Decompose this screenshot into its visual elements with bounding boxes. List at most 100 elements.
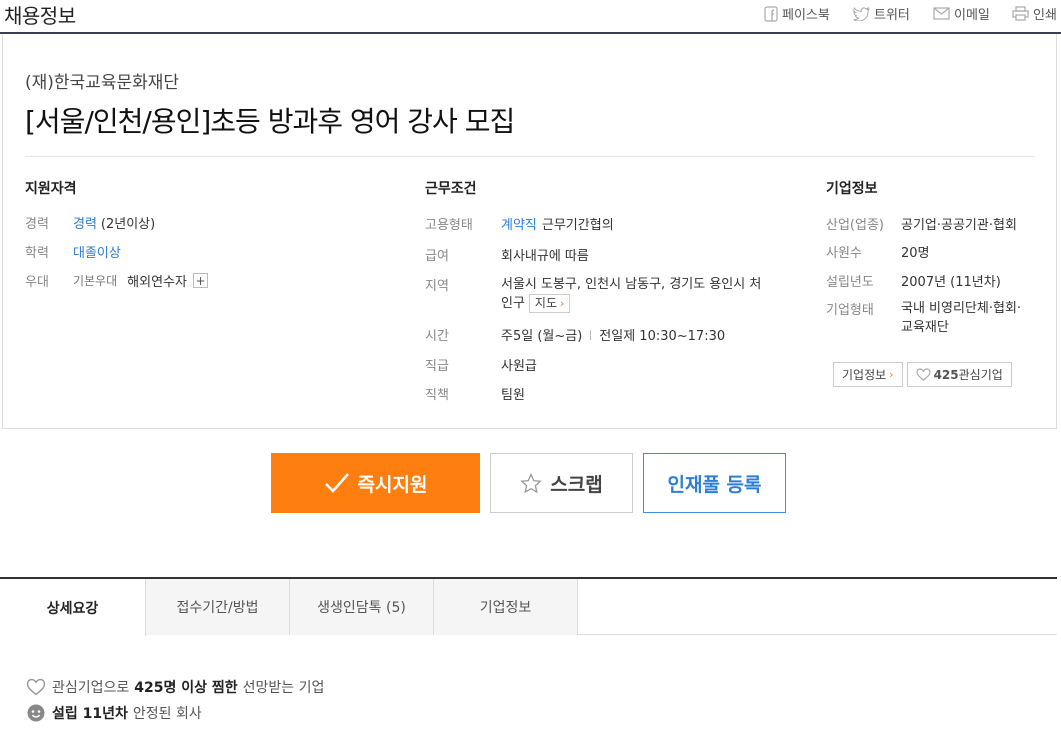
- interest-company-button[interactable]: 425 관심기업: [906, 362, 1012, 387]
- preference-more-button[interactable]: +: [192, 273, 208, 288]
- employees-value: 20명: [901, 246, 930, 261]
- scrap-button[interactable]: 스크랩: [490, 453, 633, 513]
- time-label: 시간: [425, 329, 449, 344]
- position-value: 팀원: [501, 388, 525, 403]
- card-divider: [25, 156, 1035, 157]
- education-row: 학력 대졸이상: [25, 242, 121, 261]
- share-email-label: 이메일: [954, 8, 990, 23]
- tab-detail[interactable]: 상세요강: [0, 579, 146, 636]
- share-twitter-label: 트위터: [874, 8, 910, 23]
- printer-icon: [1012, 6, 1029, 21]
- employment-row: 고용형태 계약직 근무기간협의: [425, 214, 614, 233]
- company-info-button-label: 기업정보: [842, 368, 887, 382]
- feature-interest-post: 선망받는 기업: [242, 680, 325, 696]
- company-type-label: 기업형태: [826, 303, 874, 318]
- talent-pool-label: 인재풀 등록: [667, 473, 762, 496]
- region-row: 지역 서울시 도봉구, 인천시 남동구, 경기도 용인시 처 인구 지도 ›: [425, 275, 786, 313]
- experience-label: 경력: [25, 217, 49, 232]
- salary-value: 회사내규에 따름: [501, 249, 589, 264]
- conditions-section: 근무조건: [425, 178, 785, 208]
- employment-value: 근무기간협의: [541, 218, 614, 233]
- feature-interest-count: 425명 이상 찜한: [134, 680, 238, 696]
- checkmark-icon: [324, 473, 349, 493]
- time-hours: 전일제 10:30~17:30: [599, 329, 726, 344]
- salary-row: 급여 회사내규에 따름: [425, 245, 589, 264]
- region-line-2-wrap: 인구 지도 ›: [501, 294, 786, 313]
- conditions-heading: 근무조건: [425, 181, 477, 197]
- company-info-heading: 기업정보: [826, 181, 878, 197]
- chevron-right-icon: ›: [560, 297, 565, 310]
- share-twitter-button[interactable]: 트위터: [852, 4, 910, 23]
- map-button-label: 지도: [534, 296, 558, 310]
- preference-label: 우대: [25, 275, 49, 290]
- company-type-row: 기업형태 국내 비영리단체·협회· 교육재단: [826, 299, 1021, 337]
- rank-row: 직급 사원급: [425, 355, 537, 374]
- map-button[interactable]: 지도 ›: [528, 294, 571, 313]
- company-actions: 기업정보 › 425 관심기업: [833, 362, 1012, 387]
- industry-value: 공기업·공공기관·협회: [901, 218, 1017, 233]
- industry-label: 산업(업종): [826, 218, 884, 233]
- region-line-1: 서울시 도봉구, 인천시 남동구, 경기도 용인시 처: [501, 277, 762, 292]
- education-label: 학력: [25, 246, 49, 261]
- apply-now-button[interactable]: 즉시지원: [271, 453, 480, 513]
- founded-label: 설립년도: [826, 275, 874, 290]
- company-type-value: 국내 비영리단체·협회· 교육재단: [901, 299, 1021, 337]
- employment-type-link[interactable]: 계약직: [501, 214, 537, 233]
- talent-pool-button[interactable]: 인재풀 등록: [643, 453, 786, 513]
- smile-badge-icon: [27, 704, 45, 722]
- employees-label: 사원수: [826, 246, 862, 261]
- job-summary-card: (재)한국교육문화재단 [서울/인천/용인]초등 방과후 영어 강사 모집 지원…: [2, 34, 1057, 429]
- star-icon: [520, 472, 543, 493]
- position-row: 직책 팀원: [425, 384, 525, 403]
- print-button[interactable]: 인쇄: [1012, 4, 1057, 23]
- salary-label: 급여: [425, 249, 449, 264]
- share-facebook-button[interactable]: 페이스북: [764, 4, 830, 23]
- tab-interview-talk[interactable]: 생생인담톡 (5): [290, 579, 434, 635]
- company-info-section: 기업정보: [826, 178, 1046, 208]
- print-label: 인쇄: [1033, 8, 1057, 23]
- detail-tabs: 상세요강 접수기간/방법 생생인담톡 (5) 기업정보: [0, 577, 1057, 636]
- heart-icon: [915, 368, 931, 381]
- twitter-icon: [853, 6, 870, 21]
- company-type-line-1: 국내 비영리단체·협회·: [901, 301, 1022, 316]
- company-name[interactable]: (재)한국교육문화재단: [25, 68, 179, 93]
- share-email-button[interactable]: 이메일: [933, 4, 990, 23]
- tab-application-period[interactable]: 접수기간/방법: [146, 579, 290, 635]
- company-info-button[interactable]: 기업정보 ›: [833, 362, 903, 387]
- feature-interest: 관심기업으로 425명 이상 찜한 선망받는 기업: [26, 677, 324, 697]
- education-value[interactable]: 대졸이상: [73, 242, 121, 261]
- email-icon: [933, 7, 950, 20]
- page-title: 채용정보: [4, 4, 76, 28]
- qualification-heading: 지원자격: [25, 181, 77, 197]
- heart-icon: [26, 678, 46, 696]
- industry-row: 산업(업종) 공기업·공공기관·협회: [826, 214, 1017, 233]
- tab-company-info[interactable]: 기업정보: [434, 579, 578, 635]
- feature-founded-post: 안정된 회사: [132, 706, 202, 722]
- page-header: 채용정보 페이스북 트위터 이메일 인쇄: [0, 0, 1061, 34]
- company-type-line-2: 교육재단: [901, 320, 949, 335]
- founded-row: 설립년도 2007년 (11년차): [826, 271, 1001, 290]
- region-label: 지역: [425, 279, 449, 294]
- employment-label: 고용형태: [425, 218, 473, 233]
- region-line-2: 인구: [501, 296, 525, 311]
- rank-label: 직급: [425, 359, 449, 374]
- time-row: 시간 주5일 (월~금) 전일제 10:30~17:30: [425, 325, 725, 344]
- job-title: [서울/인천/용인]초등 방과후 영어 강사 모집: [25, 105, 515, 138]
- time-days: 주5일 (월~금): [501, 329, 583, 344]
- apply-now-label: 즉시지원: [357, 473, 428, 496]
- position-label: 직책: [425, 388, 449, 403]
- chevron-right-icon: ›: [889, 368, 894, 381]
- experience-value[interactable]: 경력: [73, 213, 97, 232]
- time-separator: [590, 329, 592, 340]
- share-facebook-label: 페이스북: [782, 8, 830, 23]
- experience-row: 경력 경력 (2년이상): [25, 213, 155, 232]
- feature-founded-years: 설립 11년차: [52, 706, 128, 722]
- employees-row: 사원수 20명: [826, 242, 930, 261]
- scrap-label: 스크랩: [550, 473, 603, 496]
- qualification-section: 지원자격: [25, 178, 385, 208]
- interest-count: 425: [933, 367, 959, 382]
- interest-label: 관심기업: [958, 368, 1003, 382]
- feature-interest-pre: 관심기업으로: [52, 680, 130, 696]
- preference-value: 해외연수자: [127, 275, 187, 290]
- feature-founded: 설립 11년차 안정된 회사: [26, 703, 202, 723]
